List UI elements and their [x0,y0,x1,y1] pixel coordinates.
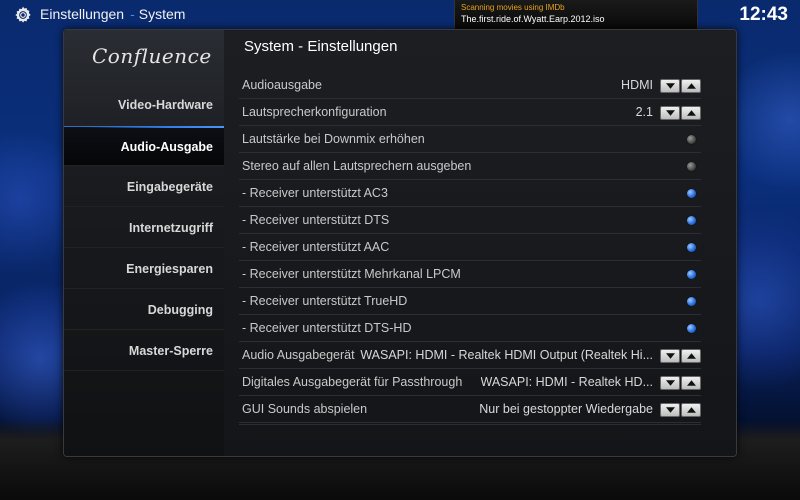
spinner-up-button[interactable] [681,376,701,390]
arrow-up-icon [686,353,696,359]
setting-label: - Receiver unterstützt DTS-HD [242,321,412,335]
skin-logo: Confluence [92,44,212,68]
sidebar-item-2[interactable]: Audio-Ausgabe [64,126,224,166]
setting-label: - Receiver unterstützt AAC [242,240,390,254]
spinner-down-button[interactable] [660,79,680,93]
setting-value: HDMI [621,78,653,92]
value-spinner [660,376,701,390]
setting-row[interactable]: Audio Ausgabegerät WASAPI: HDMI - Realtek… [239,342,701,369]
arrow-up-icon [686,110,696,116]
list-divider [239,424,701,425]
sidebar-item-1[interactable]: Video-Hardware [64,85,224,125]
setting-label: - Receiver unterstützt AC3 [242,186,388,200]
arrow-down-icon [665,380,675,386]
sidebar-item-7[interactable]: Master-Sperre [64,331,224,371]
toggle-radio[interactable] [687,216,696,225]
spinner-up-button[interactable] [681,106,701,120]
value-spinner [660,106,701,120]
sidebar-item-4[interactable]: Internetzugriff [64,208,224,248]
sidebar-item-3[interactable]: Eingabegeräte [64,167,224,207]
notification-text: The.first.ride.of.Wyatt.Earp.2012.iso [461,14,605,24]
arrow-down-icon [665,407,675,413]
setting-label: Digitales Ausgabegerät für Passthrough [242,375,463,389]
setting-value: Nur bei gestoppter Wiedergabe [479,402,653,416]
breadcrumb-section: System [138,6,186,22]
setting-value: WASAPI: HDMI - Realtek HD... [480,375,653,389]
setting-label: - Receiver unterstützt DTS [242,213,390,227]
setting-row[interactable]: Lautsprecherkonfiguration 2.1 [239,99,701,126]
spinner-down-button[interactable] [660,349,680,363]
toggle-radio[interactable] [687,189,696,198]
arrow-down-icon [665,353,675,359]
toggle-radio[interactable] [687,162,696,171]
sidebar: Confluence Video-Hardware Audio-Ausgabe Ei… [64,30,224,456]
setting-row[interactable]: - Receiver unterstützt DTS-HD [239,315,701,342]
page-title: System - Einstellungen [244,38,398,55]
value-spinner [660,79,701,93]
arrow-up-icon [686,380,696,386]
toggle-radio[interactable] [687,135,696,144]
setting-row[interactable]: - Receiver unterstützt Mehrkanal LPCM [239,261,701,288]
notification-title: Scanning movies using IMDb [461,3,565,12]
settings-panel: Confluence Video-Hardware Audio-Ausgabe Ei… [63,29,737,457]
breadcrumb-app: Einstellungen [40,6,125,22]
setting-row[interactable]: GUI Sounds abspielen Nur bei gestoppter W… [239,396,701,423]
sidebar-item-5[interactable]: Energiesparen [64,249,224,289]
setting-label: Stereo auf allen Lautsprechern ausgeben [242,159,472,173]
spinner-up-button[interactable] [681,79,701,93]
setting-label: Audio Ausgabegerät [242,348,355,362]
spinner-up-button[interactable] [681,403,701,417]
setting-value: WASAPI: HDMI - Realtek HDMI Output (Real… [360,348,653,362]
setting-row[interactable]: Audioausgabe HDMI [239,72,701,99]
toggle-radio[interactable] [687,270,696,279]
toggle-radio[interactable] [687,243,696,252]
breadcrumb: Einstellungen - System [40,6,185,22]
arrow-down-icon [665,110,675,116]
setting-row[interactable]: Stereo auf allen Lautsprechern ausgeben [239,153,701,180]
spinner-down-button[interactable] [660,376,680,390]
setting-row[interactable]: - Receiver unterstützt DTS [239,207,701,234]
spinner-down-button[interactable] [660,403,680,417]
setting-label: - Receiver unterstützt TrueHD [242,294,408,308]
setting-row[interactable]: - Receiver unterstützt TrueHD [239,288,701,315]
setting-label: Lautstärke bei Downmix erhöhen [242,132,425,146]
arrow-up-icon [686,83,696,89]
arrow-down-icon [665,83,675,89]
setting-label: - Receiver unterstützt Mehrkanal LPCM [242,267,461,281]
setting-row[interactable]: - Receiver unterstützt AAC [239,234,701,261]
arrow-up-icon [686,407,696,413]
spinner-up-button[interactable] [681,349,701,363]
sidebar-item-6[interactable]: Debugging [64,290,224,330]
breadcrumb-separator: - [130,6,135,22]
setting-label: Lautsprecherkonfiguration [242,105,387,119]
setting-row[interactable]: Lautstärke bei Downmix erhöhen [239,126,701,153]
setting-row[interactable]: Digitales Ausgabegerät für Passthrough WA… [239,369,701,396]
spinner-down-button[interactable] [660,106,680,120]
setting-label: GUI Sounds abspielen [242,402,368,416]
toggle-radio[interactable] [687,297,696,306]
gear-icon[interactable] [13,5,33,25]
settings-content: System - Einstellungen Audioausgabe HDMI L… [224,30,736,456]
value-spinner [660,349,701,363]
value-spinner [660,403,701,417]
setting-value: 2.1 [635,105,653,119]
setting-label: Audioausgabe [242,78,322,92]
clock: 12:43 [739,4,788,25]
setting-row[interactable]: - Receiver unterstützt AC3 [239,180,701,207]
settings-list: Audioausgabe HDMI Lautsprecherkonfiguratio… [239,72,701,423]
toggle-radio[interactable] [687,324,696,333]
